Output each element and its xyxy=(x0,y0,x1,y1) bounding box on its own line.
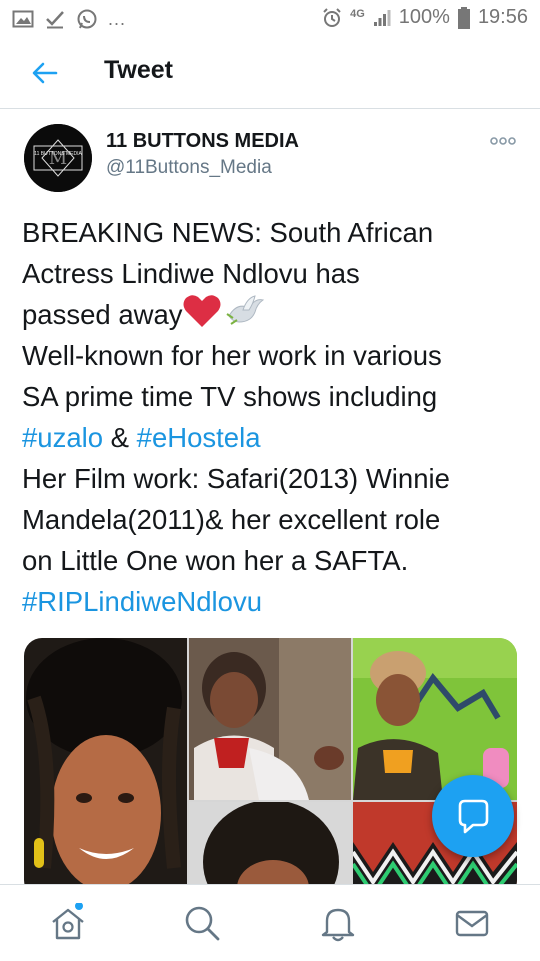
battery-icon xyxy=(457,6,470,29)
tweet-line: SA prime time TV shows including xyxy=(22,376,522,417)
tweet-text-segment: passed away xyxy=(22,299,183,330)
home-icon xyxy=(52,902,84,940)
compose-reply-button[interactable] xyxy=(432,775,514,857)
image-icon xyxy=(12,10,34,28)
avatar-logo: M 11 BUTTONS MEDIA xyxy=(24,124,92,192)
tv-still-photo xyxy=(189,638,351,800)
whatsapp-icon xyxy=(77,9,97,29)
status-bar-left: ... xyxy=(12,8,126,30)
author-name[interactable]: 11 BUTTONS MEDIA xyxy=(106,130,299,153)
tweet-text-segment: Mandela(2011)& her excellent role xyxy=(22,504,441,535)
media-tile-portrait[interactable] xyxy=(24,638,187,898)
tweet-header: Tweet xyxy=(0,38,540,109)
portrait-photo xyxy=(24,638,187,898)
tweet-line: passed away xyxy=(22,294,522,335)
signal-icon xyxy=(373,9,391,26)
tweet-line: #uzalo & #eHostela xyxy=(22,417,522,458)
more-options-icon[interactable] xyxy=(490,134,516,148)
hashtag-link[interactable]: #uzalo xyxy=(22,422,103,453)
nav-notifications[interactable] xyxy=(318,903,358,943)
check-icon xyxy=(46,11,64,29)
tweet-text-segment: & xyxy=(103,422,137,453)
notification-dot xyxy=(75,902,83,910)
avatar[interactable]: M 11 BUTTONS MEDIA xyxy=(24,124,92,192)
hashtag-link[interactable]: #RIPLindiweNdlovu xyxy=(22,586,262,617)
bell-icon xyxy=(321,908,355,942)
alarm-icon xyxy=(323,7,341,27)
tweet-line: BREAKING NEWS: South African xyxy=(22,212,522,253)
status-bar: ... 4G 100% 19:56 xyxy=(0,0,540,38)
tweet-text-segment: on Little One won her a SAFTA. xyxy=(22,545,409,576)
tweet-text-segment: Actress Lindiwe Ndlovu has xyxy=(22,258,360,289)
status-bar-right: 4G 100% 19:56 xyxy=(322,6,528,29)
bottom-navigation xyxy=(0,884,540,961)
tweet-line: Mandela(2011)& her excellent role xyxy=(22,499,522,540)
tweet-line: Her Film work: Safari(2013) Winnie xyxy=(22,458,522,499)
nav-messages[interactable] xyxy=(452,903,492,943)
tweet-line: #RIPLindiweNdlovu xyxy=(22,581,522,622)
tweet-media-grid[interactable] xyxy=(24,638,517,898)
tweet-text: BREAKING NEWS: South African Actress Lind… xyxy=(22,212,522,622)
red-heart-icon xyxy=(183,295,221,327)
hashtag-link[interactable]: #eHostela xyxy=(137,422,261,453)
nav-search[interactable] xyxy=(182,903,222,943)
mail-icon xyxy=(455,910,489,937)
more-notifications-dots: ... xyxy=(108,8,127,29)
search-icon xyxy=(185,906,220,941)
tweet-line: Well-known for her work in various xyxy=(22,335,522,376)
nav-home[interactable] xyxy=(48,902,88,943)
page-title: Tweet xyxy=(104,56,173,84)
network-type: 4G xyxy=(350,7,365,20)
tweet-line: Actress Lindiwe Ndlovu has xyxy=(22,253,522,294)
tweet-text-segment: SA prime time TV shows including xyxy=(22,381,438,412)
compose-reply-icon xyxy=(458,799,489,834)
tweet-text-segment: Her Film work: Safari(2013) Winnie xyxy=(22,463,450,494)
author-handle[interactable]: @11Buttons_Media xyxy=(106,157,272,179)
back-arrow-icon[interactable] xyxy=(30,58,60,88)
battery-percent: 100% xyxy=(398,6,450,28)
tweet-text-segment: BREAKING NEWS: South African xyxy=(22,217,434,248)
dove-icon xyxy=(225,295,264,325)
tweet-line: on Little One won her a SAFTA. xyxy=(22,540,522,581)
avatar-text: 11 BUTTONS MEDIA xyxy=(34,151,82,157)
media-tile-tv-still[interactable] xyxy=(189,638,351,800)
tweet-text-segment: Well-known for her work in various xyxy=(22,340,442,371)
clock: 19:56 xyxy=(477,6,528,28)
